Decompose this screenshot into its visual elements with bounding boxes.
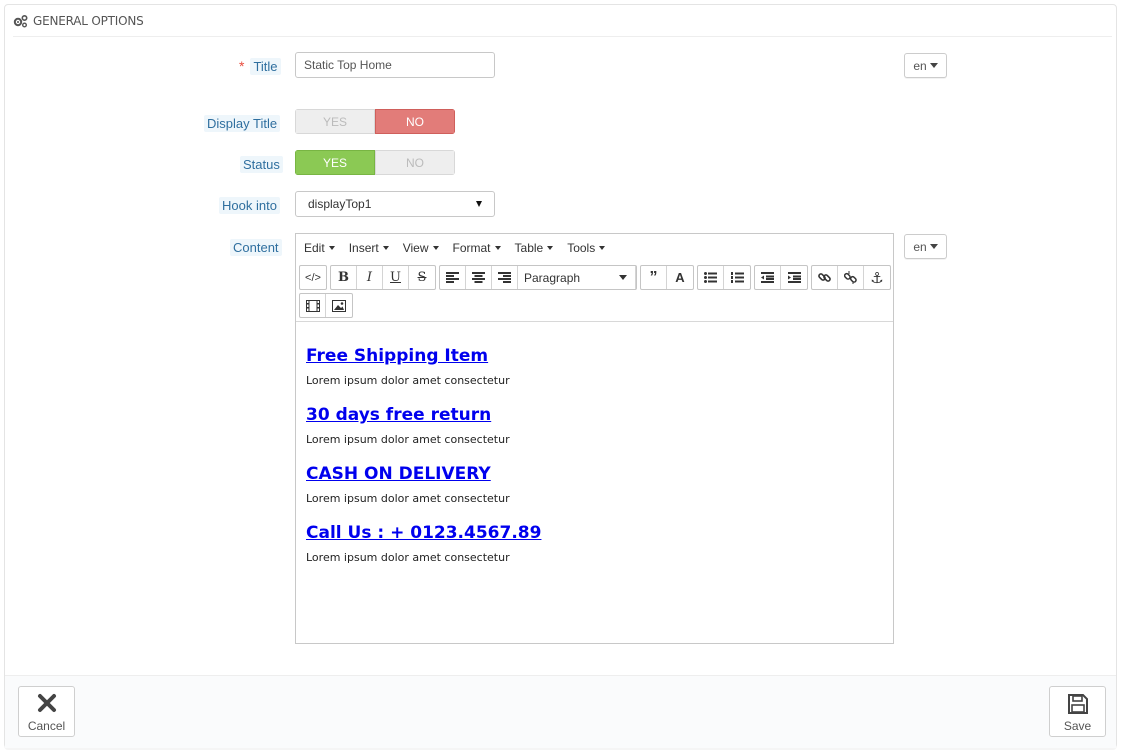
indent-icon[interactable]	[781, 266, 807, 289]
title-language-dropdown[interactable]: en	[904, 53, 947, 78]
content-text: Lorem ipsum dolor amet consectetur	[306, 551, 510, 564]
menu-insert[interactable]: Insert	[349, 241, 389, 255]
cancel-button[interactable]: Cancel	[18, 686, 75, 737]
panel-heading: GENERAL OPTIONS	[13, 5, 1112, 37]
anchor-icon[interactable]: ⚓	[864, 266, 890, 289]
rich-text-editor: Edit Insert View Format Table Tools </> …	[295, 233, 894, 644]
content-heading-link[interactable]: Free Shipping Item	[306, 346, 488, 366]
content-heading: Free Shipping Item	[306, 346, 883, 366]
numbered-list-icon[interactable]	[724, 266, 750, 289]
content-text: Lorem ipsum dolor amet consectetur	[306, 374, 510, 387]
align-left-icon[interactable]	[440, 266, 466, 289]
format-select[interactable]: Paragraph	[518, 266, 636, 289]
menu-table[interactable]: Table	[515, 241, 554, 255]
menu-edit[interactable]: Edit	[304, 241, 335, 255]
title-label: * Title	[234, 56, 286, 76]
link-icon[interactable]	[812, 266, 838, 289]
panel-title: GENERAL OPTIONS	[33, 13, 144, 28]
save-icon	[1067, 694, 1088, 714]
chevron-down-icon	[929, 63, 938, 68]
editor-toolbar: </> B I U S Paragraph ” A ⚓	[296, 261, 893, 322]
content-text: Lorem ipsum dolor amet consectetur	[306, 433, 510, 446]
content-heading: 30 days free return	[306, 405, 883, 425]
hook-into-value: displayTop1	[308, 197, 372, 211]
cancel-label: Cancel	[27, 719, 66, 733]
content-heading-link[interactable]: 30 days free return	[306, 405, 491, 425]
close-icon	[37, 694, 56, 712]
content-heading: Call Us : + 0123.4567.89	[306, 523, 883, 543]
video-icon[interactable]	[300, 294, 326, 317]
content-label: Content	[225, 238, 287, 258]
align-right-icon[interactable]	[492, 266, 518, 289]
blockquote-icon[interactable]: ”	[641, 266, 667, 289]
bold-icon[interactable]: B	[331, 266, 357, 289]
status-no-option[interactable]: NO	[375, 150, 455, 175]
save-label: Save	[1063, 719, 1092, 733]
text-color-icon[interactable]: A	[667, 266, 693, 289]
required-mark: *	[239, 58, 245, 74]
editor-content-area[interactable]: Free Shipping Item Lorem ipsum dolor ame…	[296, 322, 893, 564]
bullet-list-icon[interactable]	[698, 266, 724, 289]
outdent-icon[interactable]	[755, 266, 781, 289]
status-label: Status	[235, 155, 288, 175]
menu-tools[interactable]: Tools	[567, 241, 606, 255]
menu-view[interactable]: View	[403, 241, 439, 255]
panel-footer: Cancel Save	[5, 675, 1116, 748]
content-heading-link[interactable]: Call Us : + 0123.4567.89	[306, 523, 541, 543]
content-text: Lorem ipsum dolor amet consectetur	[306, 492, 510, 505]
content-heading: CASH ON DELIVERY	[306, 464, 883, 484]
save-button[interactable]: Save	[1049, 686, 1106, 737]
content-language-dropdown[interactable]: en	[904, 234, 947, 259]
image-icon[interactable]	[326, 294, 352, 317]
source-code-icon[interactable]: </>	[300, 266, 326, 289]
chevron-down-icon	[929, 244, 938, 249]
menu-format[interactable]: Format	[453, 241, 501, 255]
hook-into-select[interactable]: displayTop1	[295, 191, 495, 217]
dropdown-arrow-icon	[476, 201, 482, 207]
editor-menubar: Edit Insert View Format Table Tools	[296, 234, 893, 261]
underline-icon[interactable]: U	[383, 266, 409, 289]
strikethrough-icon[interactable]: S	[409, 266, 435, 289]
align-center-icon[interactable]	[466, 266, 492, 289]
unlink-icon[interactable]	[838, 266, 864, 289]
status-switch[interactable]: YES NO	[295, 150, 455, 175]
display-title-label: Display Title	[199, 114, 285, 134]
cogs-icon	[13, 14, 29, 28]
display-title-no-option[interactable]: NO	[375, 109, 455, 134]
display-title-switch[interactable]: YES NO	[295, 109, 455, 134]
status-yes-option[interactable]: YES	[295, 150, 375, 175]
content-heading-link[interactable]: CASH ON DELIVERY	[306, 464, 491, 484]
title-input[interactable]: Static Top Home	[295, 52, 495, 78]
hook-into-label: Hook into	[214, 196, 285, 216]
italic-icon[interactable]: I	[357, 266, 383, 289]
display-title-yes-option[interactable]: YES	[295, 109, 375, 134]
